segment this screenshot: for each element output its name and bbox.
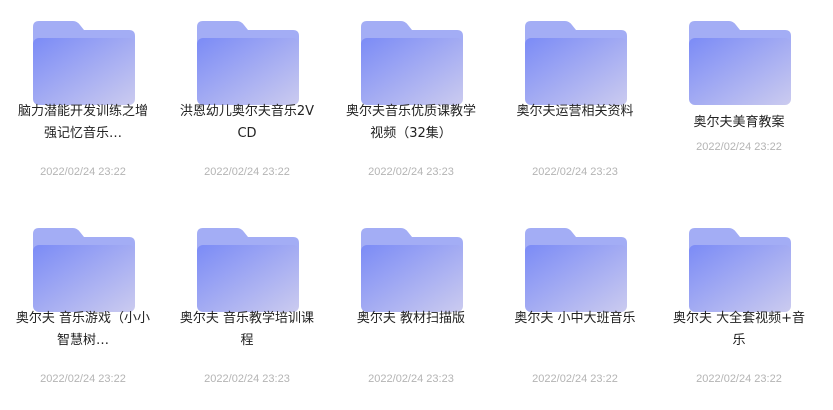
folder-item[interactable]: 奥尔夫 音乐教学培训课程 2022/02/24 23:23 (165, 207, 329, 397)
folder-name: 奥尔夫 音乐游戏（小小智慧树… (15, 311, 151, 348)
folder-name: 洪恩幼儿奥尔夫音乐2VCD (179, 104, 315, 141)
folder-date: 2022/02/24 23:22 (696, 373, 782, 385)
folder-name: 脑力潜能开发训练之增强记忆音乐… (17, 104, 148, 141)
folder-icon (361, 21, 463, 105)
folder-date: 2022/02/24 23:23 (368, 166, 454, 178)
folder-icon (33, 21, 135, 105)
folder-icon (197, 21, 299, 105)
folder-item[interactable]: 奥尔夫 音乐游戏（小小智慧树… 2022/02/24 23:22 (1, 207, 165, 397)
folder-name: 奥尔夫 教材扫描版 (356, 311, 466, 326)
folder-icon (689, 21, 791, 105)
folder-icon (689, 228, 791, 312)
folder-name: 奥尔夫 大全套视频+音乐 (672, 311, 806, 348)
folder-item[interactable]: 奥尔夫 教材扫描版 2022/02/24 23:23 (329, 207, 493, 397)
folder-date: 2022/02/24 23:23 (204, 373, 290, 385)
folder-date: 2022/02/24 23:22 (696, 141, 782, 153)
folder-name: 奥尔夫运营相关资料 (516, 104, 634, 119)
folder-item[interactable]: 奥尔夫 小中大班音乐 2022/02/24 23:22 (493, 207, 657, 397)
folder-item[interactable]: 奥尔夫 大全套视频+音乐 2022/02/24 23:22 (657, 207, 821, 397)
folder-item[interactable]: 奥尔夫运营相关资料 2022/02/24 23:23 (493, 0, 657, 190)
folder-date: 2022/02/24 23:22 (204, 166, 290, 178)
folder-item[interactable]: 脑力潜能开发训练之增强记忆音乐… 2022/02/24 23:22 (1, 0, 165, 190)
folder-icon (33, 228, 135, 312)
folder-date: 2022/02/24 23:22 (532, 373, 618, 385)
folder-icon (361, 228, 463, 312)
folder-date: 2022/02/24 23:23 (532, 166, 618, 178)
folder-item[interactable]: 奥尔夫音乐优质课教学视频（32集） 2022/02/24 23:23 (329, 0, 493, 190)
folder-icon (197, 228, 299, 312)
folder-item[interactable]: 洪恩幼儿奥尔夫音乐2VCD 2022/02/24 23:22 (165, 0, 329, 190)
folder-name: 奥尔夫 音乐教学培训课程 (179, 311, 315, 348)
folder-item[interactable]: 奥尔夫美育教案 2022/02/24 23:22 (657, 0, 821, 190)
folder-date: 2022/02/24 23:22 (40, 166, 126, 178)
folder-name: 奥尔夫美育教案 (693, 115, 785, 130)
folder-icon (525, 228, 627, 312)
folder-name: 奥尔夫音乐优质课教学视频（32集） (345, 104, 476, 141)
folder-name: 奥尔夫 小中大班音乐 (514, 311, 636, 326)
folder-date: 2022/02/24 23:23 (368, 373, 454, 385)
file-grid: 脑力潜能开发训练之增强记忆音乐… 2022/02/24 23:22 洪恩幼儿奥尔… (0, 0, 833, 410)
folder-icon (525, 21, 627, 105)
folder-date: 2022/02/24 23:22 (40, 373, 126, 385)
